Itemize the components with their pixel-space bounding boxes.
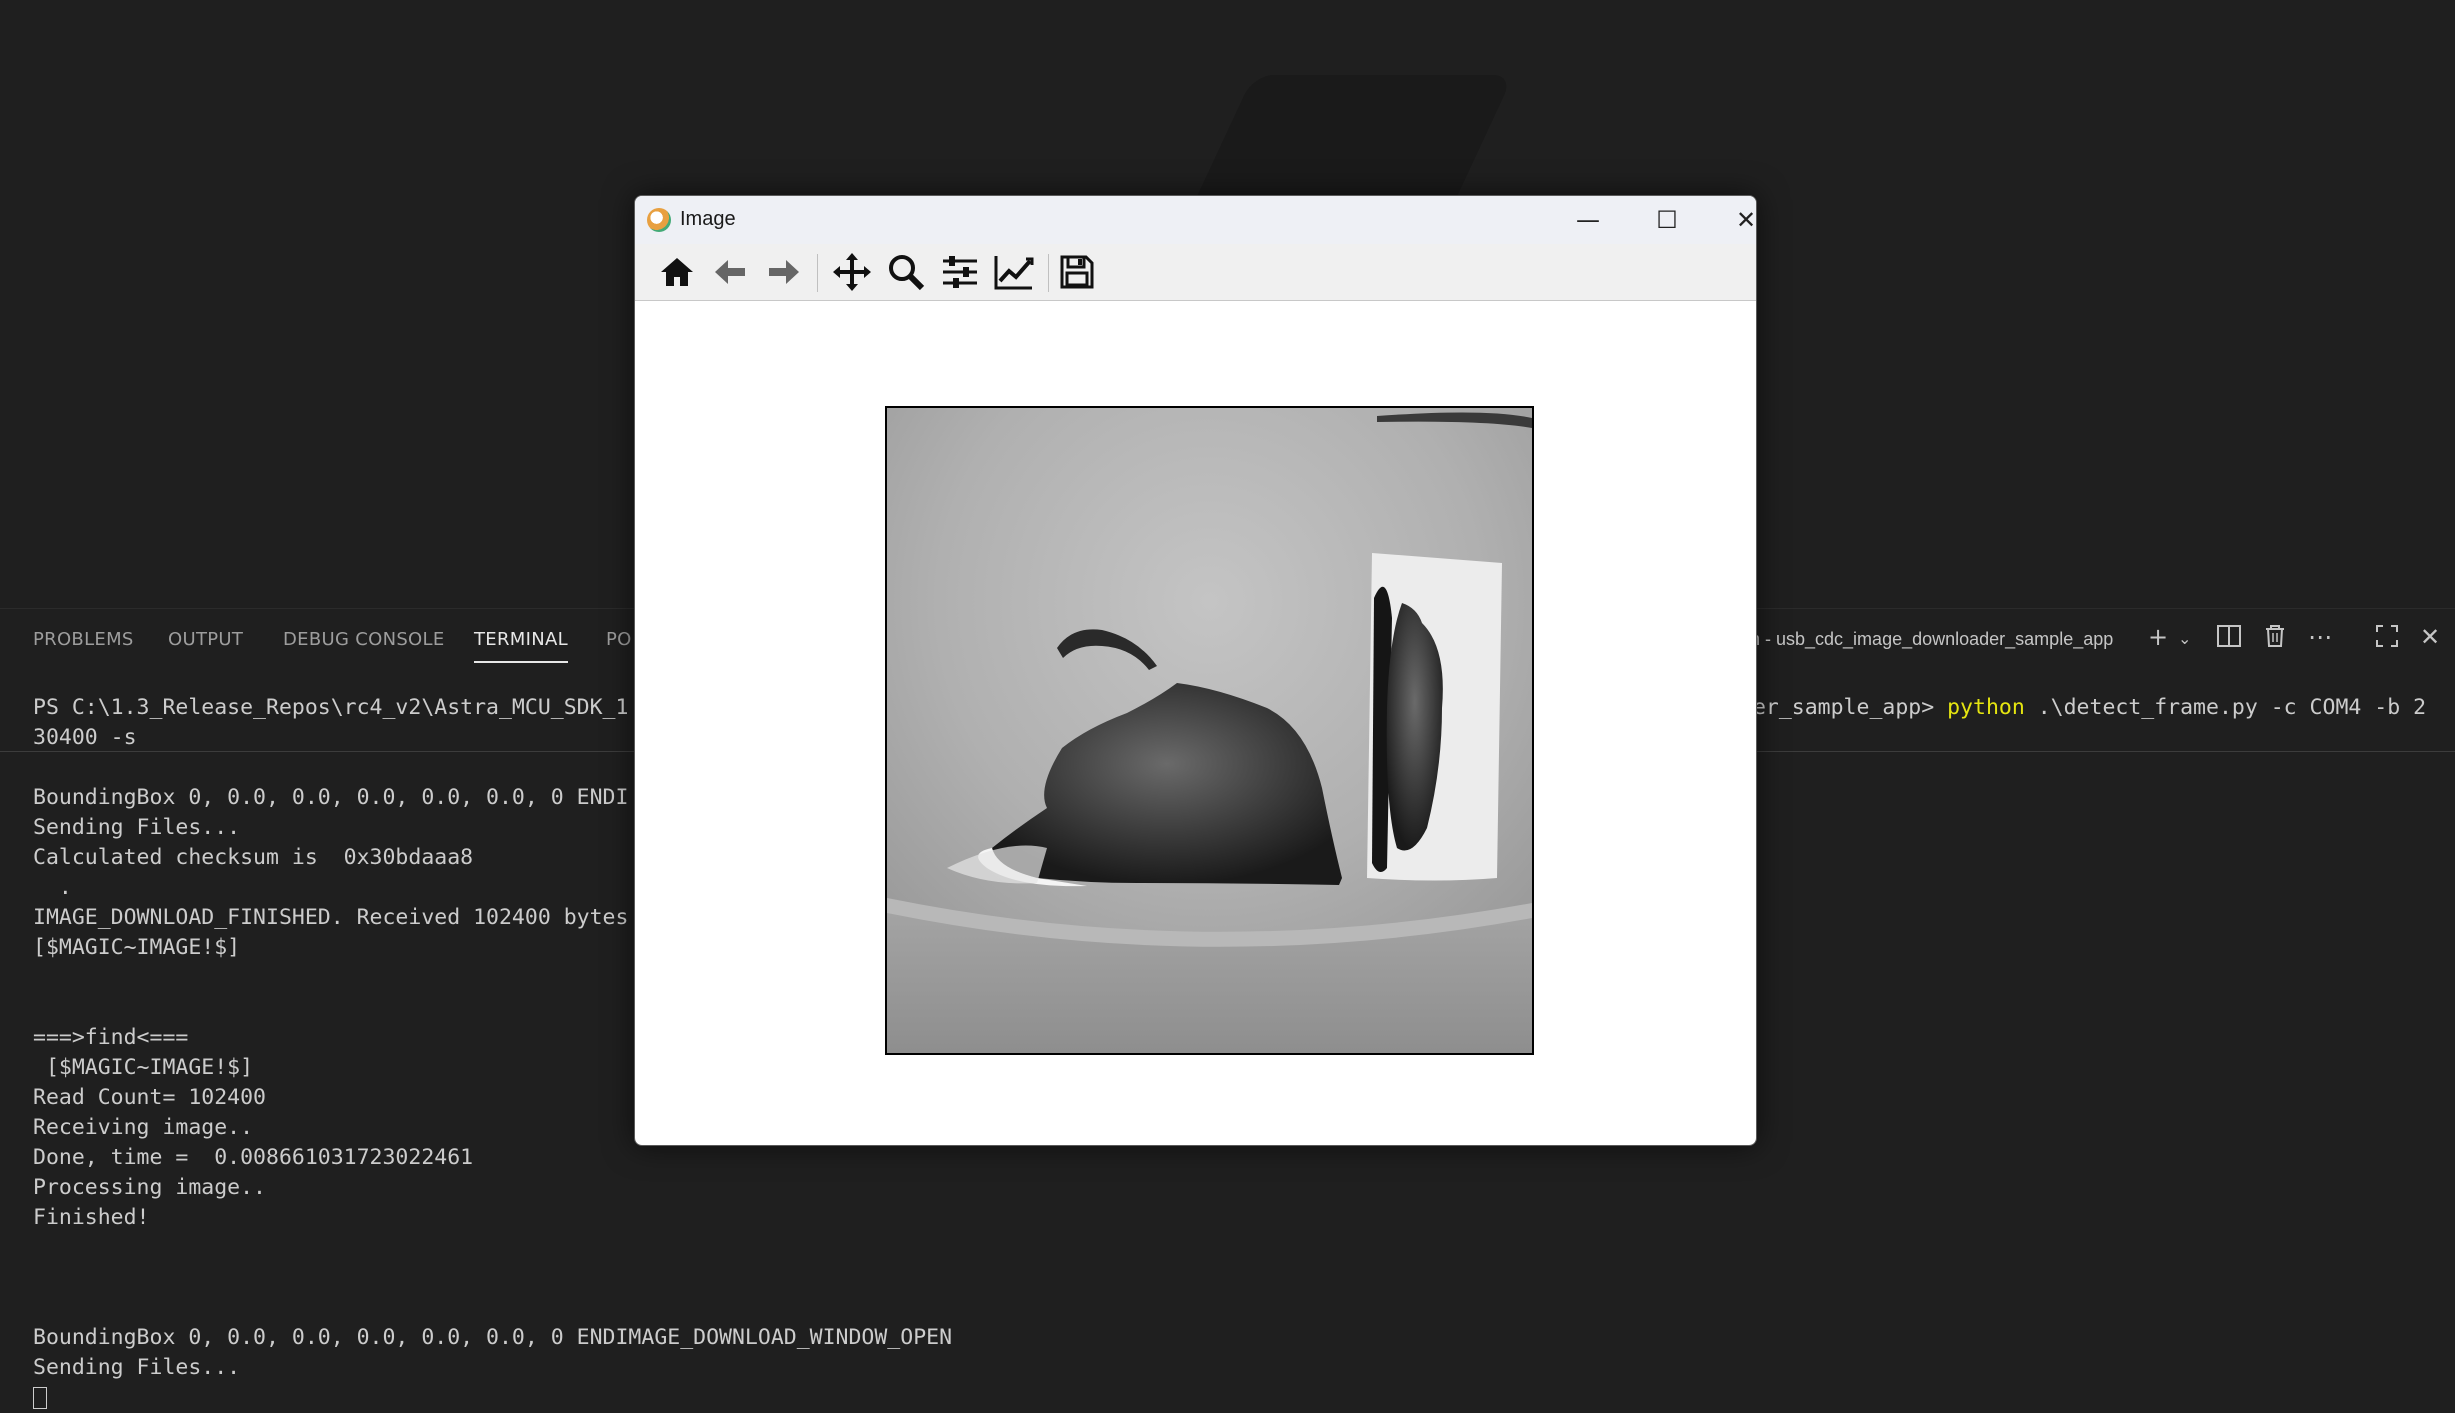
terminal-line: BoundingBox 0, 0.0, 0.0, 0.0, 0.0, 0.0, … bbox=[33, 785, 629, 810]
configure-subplots-icon[interactable] bbox=[938, 252, 982, 292]
terminal-instance-name[interactable]: n - usb_cdc_image_downloader_sample_app bbox=[1750, 629, 2113, 650]
forward-icon[interactable] bbox=[762, 252, 806, 292]
terminal-line: Finished! bbox=[33, 1205, 150, 1230]
terminal-line: Sending Files... bbox=[33, 815, 241, 840]
tab-output[interactable]: OUTPUT bbox=[168, 629, 243, 650]
toolbar-separator bbox=[1048, 254, 1049, 292]
matplotlib-toolbar bbox=[635, 244, 1756, 301]
split-terminal-icon[interactable] bbox=[2216, 623, 2242, 655]
tab-problems[interactable]: PROBLEMS bbox=[33, 629, 134, 650]
terminal-line: . bbox=[33, 875, 72, 900]
terminal-line: Done, time = 0.008661031723022461 bbox=[33, 1145, 474, 1170]
tab-ports[interactable]: PO bbox=[606, 629, 632, 650]
terminal-line: Processing image.. bbox=[33, 1175, 266, 1200]
terminal-line: Receiving image.. bbox=[33, 1115, 254, 1140]
terminal-line: [$MAGIC~IMAGE!$] bbox=[33, 935, 241, 960]
close-icon[interactable]: ✕ bbox=[1711, 200, 1756, 240]
close-panel-icon[interactable]: ✕ bbox=[2420, 623, 2440, 651]
wrapped-command-line: 30400 -s bbox=[33, 725, 137, 750]
terminal-line: Calculated checksum is 0x30bdaaa8 bbox=[33, 845, 474, 870]
image-window[interactable]: Image — ☐ ✕ bbox=[634, 195, 1757, 1146]
tab-debug-console[interactable]: DEBUG CONSOLE bbox=[283, 629, 445, 650]
terminal-line: Sending Files... bbox=[33, 1355, 241, 1380]
detected-frame-image bbox=[887, 408, 1532, 1053]
more-actions-icon[interactable]: ⋯ bbox=[2308, 623, 2332, 651]
terminal-line: ===>find<=== bbox=[33, 1025, 189, 1050]
trash-icon[interactable] bbox=[2262, 623, 2288, 655]
prompt-right: der_sample_app> bbox=[1740, 695, 1948, 720]
prompt-left: PS C:\1.3_Release_Repos\rc4_v2\Astra_MCU… bbox=[33, 695, 629, 720]
new-terminal-icon[interactable]: + bbox=[2148, 623, 2168, 651]
save-icon[interactable] bbox=[1055, 252, 1099, 292]
command-word: python bbox=[1947, 695, 2025, 720]
terminal-line: [$MAGIC~IMAGE!$] bbox=[33, 1055, 254, 1080]
terminal-cursor bbox=[33, 1387, 47, 1409]
edit-axis-icon[interactable] bbox=[992, 252, 1036, 292]
zoom-icon[interactable] bbox=[884, 252, 928, 292]
home-icon[interactable] bbox=[655, 252, 699, 292]
terminal-line: BoundingBox 0, 0.0, 0.0, 0.0, 0.0, 0.0, … bbox=[33, 1325, 953, 1350]
minimize-icon[interactable]: — bbox=[1553, 200, 1623, 240]
window-titlebar[interactable]: Image — ☐ ✕ bbox=[635, 196, 1756, 244]
terminal-line: IMAGE_DOWNLOAD_FINISHED. Received 102400… bbox=[33, 905, 629, 930]
toolbar-separator bbox=[817, 254, 818, 292]
command-args: .\detect_frame.py -c COM4 -b 2 bbox=[2024, 695, 2427, 720]
back-icon[interactable] bbox=[708, 252, 752, 292]
grayscale-image-plot[interactable] bbox=[885, 406, 1534, 1055]
tab-terminal[interactable]: TERMINAL bbox=[474, 629, 568, 663]
prompt-right-segment: der_sample_app> python .\detect_frame.py… bbox=[1740, 693, 2426, 723]
matplotlib-app-icon bbox=[647, 208, 671, 232]
terminal-line: Read Count= 102400 bbox=[33, 1085, 266, 1110]
chevron-down-icon[interactable]: ⌄ bbox=[2178, 629, 2191, 648]
window-title: Image bbox=[680, 208, 736, 230]
maximize-panel-icon[interactable] bbox=[2374, 623, 2400, 655]
pan-icon[interactable] bbox=[830, 252, 874, 292]
maximize-icon[interactable]: ☐ bbox=[1632, 200, 1702, 240]
